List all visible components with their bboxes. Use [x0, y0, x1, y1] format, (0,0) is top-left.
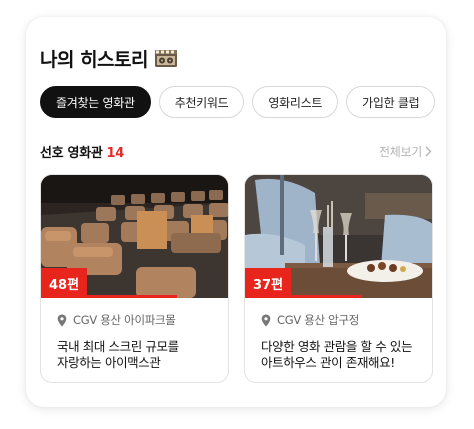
description-line: 다양한 영화 관람을 할 수 있는: [261, 339, 413, 354]
description-line: 자랑하는 아이맥스관: [57, 355, 161, 370]
theater-card[interactable]: 37편 CGV 용산 압구정 다양한 영화 관람을 할 수 있는 아트하우스 관…: [244, 174, 433, 383]
progress-fill: [245, 295, 363, 298]
theater-location: CGV 용산 아이파크몰: [57, 312, 214, 328]
history-tabs: 즐겨찾는 영화관 추천키워드 영화리스트 가입한 클럽: [40, 86, 436, 118]
tab-joined-clubs[interactable]: 가입한 클럽: [346, 86, 436, 118]
view-all-label: 전체보기: [379, 145, 422, 159]
watch-count-badge: 48편: [41, 268, 88, 298]
theater-description: 국내 최대 스크린 규모를 자랑하는 아이맥스관: [57, 339, 214, 371]
film-reel-icon: [154, 49, 178, 69]
chevron-right-icon: [425, 146, 432, 157]
progress-bar: [245, 295, 432, 298]
theater-info: CGV 용산 압구정 다양한 영화 관람을 할 수 있는 아트하우스 관이 존재…: [245, 298, 432, 371]
theater-description: 다양한 영화 관람을 할 수 있는 아트하우스 관이 존재해요!: [261, 339, 418, 371]
theater-name: CGV 용산 아이파크몰: [73, 313, 176, 327]
section-header: 선호 영화관 14 전체보기: [40, 142, 432, 161]
map-pin-icon: [57, 314, 67, 326]
tab-favorite-theaters[interactable]: 즐겨찾는 영화관: [40, 86, 151, 118]
description-line: 국내 최대 스크린 규모를: [57, 339, 179, 354]
theater-card[interactable]: 48편 CGV 용산 아이파크몰 국내 최대 스크린 규모를 자랑하는 아이맥스…: [40, 174, 229, 383]
map-pin-icon: [261, 314, 271, 326]
tab-recommended-keywords[interactable]: 추천키워드: [158, 86, 245, 118]
history-card: 나의 히스토리 즐겨찾는 영화관 추천키워드 영화리스트 가입한 클럽 선호 영…: [26, 17, 446, 407]
theater-info: CGV 용산 아이파크몰 국내 최대 스크린 규모를 자랑하는 아이맥스관: [41, 298, 228, 371]
progress-fill: [41, 295, 178, 298]
view-all-link[interactable]: 전체보기: [379, 143, 432, 160]
section-title-label: 선호 영화관: [40, 146, 103, 161]
progress-bar: [41, 295, 228, 298]
section-title: 선호 영화관 14: [40, 142, 124, 161]
header: 나의 히스토리: [40, 45, 178, 72]
tab-movie-list[interactable]: 영화리스트: [252, 86, 339, 118]
theater-photo: 48편: [41, 175, 228, 298]
theater-location: CGV 용산 압구정: [261, 312, 418, 328]
section-count: 14: [106, 146, 125, 161]
watch-count-badge: 37편: [245, 268, 292, 298]
description-line: 아트하우스 관이 존재해요!: [261, 355, 395, 370]
theater-name: CGV 용산 압구정: [277, 313, 360, 327]
theater-photo: 37편: [245, 175, 432, 298]
page-title: 나의 히스토리: [40, 49, 149, 71]
theater-card-list: 48편 CGV 용산 아이파크몰 국내 최대 스크린 규모를 자랑하는 아이맥스…: [40, 174, 433, 383]
